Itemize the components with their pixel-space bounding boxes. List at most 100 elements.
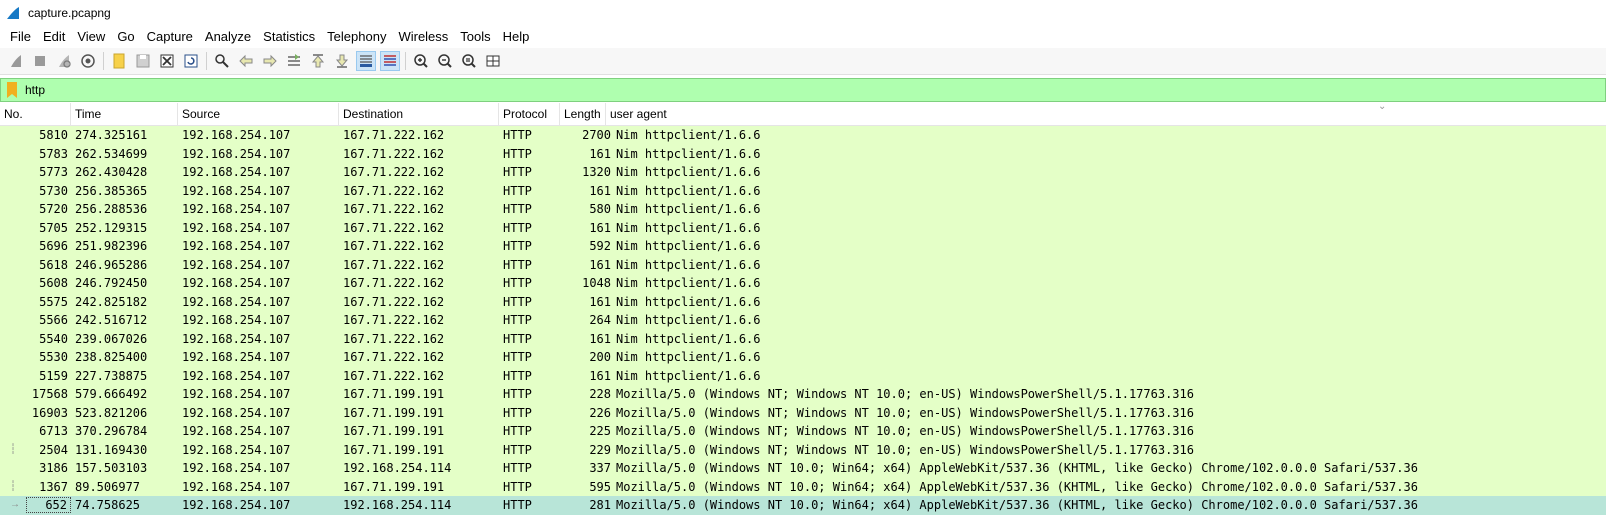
restart-capture-icon[interactable]: [54, 51, 74, 71]
column-header-length[interactable]: Length: [560, 103, 606, 125]
table-row[interactable]: 5810 274.325161 192.168.254.107 167.71.222.…: [0, 126, 1606, 145]
zoom-in-icon[interactable]: [411, 51, 431, 71]
packet-source: 192.168.254.107: [182, 128, 291, 143]
packet-no: 5540: [39, 331, 68, 346]
packet-protocol: HTTP: [503, 294, 532, 309]
packet-no: 5575: [39, 294, 68, 309]
column-header-time[interactable]: Time: [71, 103, 178, 125]
table-row[interactable]: 5705 252.129315 192.168.254.107 167.71.222.…: [0, 218, 1606, 237]
go-to-packet-icon[interactable]: [284, 51, 304, 71]
column-header-protocol[interactable]: Protocol: [499, 103, 560, 125]
table-row[interactable]: ┆ 1367 89.506977 192.168.254.107 167.71.199.…: [0, 477, 1606, 496]
column-header-no[interactable]: No.: [0, 103, 71, 125]
packet-length: 200: [589, 350, 611, 365]
table-row[interactable]: 5530 238.825400 192.168.254.107 167.71.222.…: [0, 348, 1606, 367]
menu-edit[interactable]: Edit: [37, 26, 71, 48]
related-packet-line-icon: ┆: [10, 443, 17, 455]
column-header-user-agent[interactable]: user agent: [606, 103, 1606, 125]
packet-time: 246.792450: [75, 276, 148, 291]
main-toolbar: [0, 48, 1606, 75]
packet-time: 242.516712: [75, 313, 148, 328]
open-file-icon[interactable]: [109, 51, 129, 71]
packet-protocol: HTTP: [503, 387, 532, 402]
packet-length: 580: [589, 202, 611, 217]
go-first-icon[interactable]: [308, 51, 328, 71]
auto-scroll-icon[interactable]: [356, 51, 376, 71]
go-last-icon[interactable]: [332, 51, 352, 71]
table-row[interactable]: 5159 227.738875 192.168.254.107 167.71.222.…: [0, 366, 1606, 385]
packet-protocol: HTTP: [503, 276, 532, 291]
menu-help[interactable]: Help: [497, 26, 536, 48]
packet-source: 192.168.254.107: [182, 165, 291, 180]
packet-protocol: HTTP: [503, 331, 532, 346]
column-header-source[interactable]: Source: [178, 103, 339, 125]
close-file-icon[interactable]: [157, 51, 177, 71]
table-row[interactable]: ┆ 2504 131.169430 192.168.254.107 167.71.199…: [0, 440, 1606, 459]
table-row[interactable]: 5773 262.430428 192.168.254.107 167.71.222.…: [0, 163, 1606, 182]
go-back-icon[interactable]: [236, 51, 256, 71]
find-packet-icon[interactable]: [212, 51, 232, 71]
zoom-out-icon[interactable]: [435, 51, 455, 71]
menu-file[interactable]: File: [4, 26, 37, 48]
packet-no: 5696: [39, 239, 68, 254]
capture-options-icon[interactable]: [78, 51, 98, 71]
packet-protocol: HTTP: [503, 220, 532, 235]
stop-capture-icon[interactable]: [30, 51, 50, 71]
table-row[interactable]: 5783 262.534699 192.168.254.107 167.71.222.…: [0, 144, 1606, 163]
go-forward-icon[interactable]: [260, 51, 280, 71]
table-row[interactable]: 5730 256.385365 192.168.254.107 167.71.222.…: [0, 181, 1606, 200]
menu-capture[interactable]: Capture: [141, 26, 199, 48]
toolbar-separator: [206, 52, 207, 70]
packet-destination: 167.71.222.162: [343, 257, 445, 272]
packet-length: 337: [589, 461, 611, 476]
table-row[interactable]: 5720 256.288536 192.168.254.107 167.71.222.…: [0, 200, 1606, 219]
packet-time: 523.821206: [75, 405, 148, 420]
packet-user-agent: Mozilla/5.0 (Windows NT; Windows NT 10.0…: [616, 387, 1194, 402]
packet-protocol: HTTP: [503, 313, 532, 328]
packet-protocol: HTTP: [503, 424, 532, 439]
zoom-normal-icon[interactable]: [459, 51, 479, 71]
table-row[interactable]: 5575 242.825182 192.168.254.107 167.71.222.…: [0, 292, 1606, 311]
packet-source: 192.168.254.107: [182, 202, 291, 217]
packet-source: 192.168.254.107: [182, 424, 291, 439]
table-row[interactable]: 6713 370.296784 192.168.254.107 167.71.199.…: [0, 422, 1606, 441]
reload-file-icon[interactable]: [181, 51, 201, 71]
packet-destination: 167.71.199.191: [343, 442, 445, 457]
filter-bookmark-icon[interactable]: [7, 82, 21, 98]
menu-go[interactable]: Go: [111, 26, 140, 48]
resize-columns-icon[interactable]: [483, 51, 503, 71]
table-row[interactable]: 5618 246.965286 192.168.254.107 167.71.222.…: [0, 255, 1606, 274]
save-file-icon[interactable]: [133, 51, 153, 71]
menu-statistics[interactable]: Statistics: [257, 26, 321, 48]
table-row[interactable]: 16903 523.821206 192.168.254.107 167.71.199…: [0, 403, 1606, 422]
display-filter-input[interactable]: [25, 83, 1525, 97]
menu-view[interactable]: View: [71, 26, 111, 48]
packet-source: 192.168.254.107: [182, 368, 291, 383]
colorize-icon[interactable]: [380, 51, 400, 71]
column-header-destination[interactable]: Destination: [339, 103, 499, 125]
table-row[interactable]: 5540 239.067026 192.168.254.107 167.71.222.…: [0, 329, 1606, 348]
table-row[interactable]: 17568 579.666492 192.168.254.107 167.71.199…: [0, 385, 1606, 404]
menu-wireless[interactable]: Wireless: [392, 26, 454, 48]
table-row[interactable]: 5608 246.792450 192.168.254.107 167.71.222.…: [0, 274, 1606, 293]
packet-user-agent: Nim httpclient/1.6.6: [616, 313, 761, 328]
packet-time: 252.129315: [75, 220, 148, 235]
packet-no: 5730: [39, 183, 68, 198]
table-row[interactable]: 5696 251.982396 192.168.254.107 167.71.222.…: [0, 237, 1606, 256]
packet-no: 5783: [39, 146, 68, 161]
packet-destination: 167.71.199.191: [343, 424, 445, 439]
menu-tools[interactable]: Tools: [454, 26, 496, 48]
packet-destination: 167.71.222.162: [343, 202, 445, 217]
menu-telephony[interactable]: Telephony: [321, 26, 392, 48]
menu-analyze[interactable]: Analyze: [199, 26, 257, 48]
packet-source: 192.168.254.107: [182, 239, 291, 254]
table-row[interactable]: 5566 242.516712 192.168.254.107 167.71.222.…: [0, 311, 1606, 330]
packet-user-agent: Mozilla/5.0 (Windows NT; Windows NT 10.0…: [616, 424, 1194, 439]
packet-user-agent: Nim httpclient/1.6.6: [616, 220, 761, 235]
packet-protocol: HTTP: [503, 479, 532, 494]
packet-protocol: HTTP: [503, 128, 532, 143]
start-capture-icon[interactable]: [6, 51, 26, 71]
table-row[interactable]: 3186 157.503103 192.168.254.107 192.168.254…: [0, 459, 1606, 478]
table-row-selected[interactable]: → 652 74.758625 192.168.254.107 192.168.254.…: [0, 496, 1606, 515]
packet-user-agent: Nim httpclient/1.6.6: [616, 350, 761, 365]
